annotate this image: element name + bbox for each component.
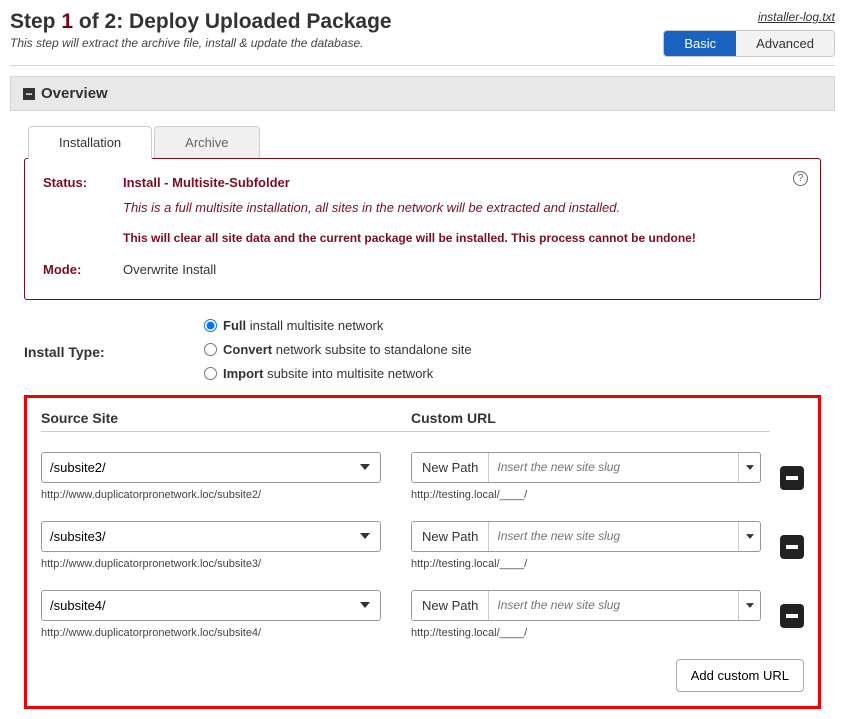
- page-title: Step 1 of 2: Deploy Uploaded Package: [10, 10, 663, 34]
- source-site-url: http://www.duplicatorpronetwork.loc/subs…: [41, 558, 411, 570]
- install-type-option[interactable]: Convert network subsite to standalone si…: [204, 342, 472, 357]
- source-site-select[interactable]: /subsite4/: [41, 590, 381, 621]
- url-mapping-panel: Source Site Custom URL /subsite2/http://…: [24, 395, 821, 709]
- step-mid: of 2:: [73, 10, 129, 33]
- custom-url-header: Custom URL: [411, 410, 770, 432]
- help-icon[interactable]: ?: [793, 171, 808, 186]
- install-type-radio[interactable]: [204, 343, 217, 356]
- installer-log-link[interactable]: installer-log.txt: [758, 10, 835, 24]
- mode-toggle: Basic Advanced: [663, 30, 835, 57]
- new-path-label: New Path: [412, 591, 489, 620]
- chevron-down-icon[interactable]: [738, 453, 760, 482]
- site-slug-input[interactable]: [489, 453, 738, 482]
- status-description: This is a full multisite installation, a…: [123, 198, 802, 219]
- tab-archive[interactable]: Archive: [154, 126, 259, 159]
- status-warning: This will clear all site data and the cu…: [123, 229, 802, 248]
- minus-icon: [786, 545, 798, 549]
- table-row: /subsite4/http://www.duplicatorpronetwor…: [41, 590, 804, 639]
- site-slug-input[interactable]: [489, 522, 738, 551]
- target-url-hint: http://testing.local/____/: [411, 558, 770, 570]
- mode-basic-button[interactable]: Basic: [664, 31, 736, 56]
- custom-url-input-group: New Path: [411, 521, 761, 552]
- remove-row-button[interactable]: [780, 535, 804, 559]
- install-type-radio[interactable]: [204, 319, 217, 332]
- install-type-radio[interactable]: [204, 367, 217, 380]
- source-site-select[interactable]: /subsite3/: [41, 521, 381, 552]
- site-slug-input[interactable]: [489, 591, 738, 620]
- step-title: Deploy Uploaded Package: [129, 10, 392, 33]
- source-site-select[interactable]: /subsite2/: [41, 452, 381, 483]
- status-value: Install - Multisite-Subfolder: [123, 173, 290, 194]
- tab-installation[interactable]: Installation: [28, 126, 152, 159]
- source-site-header: Source Site: [41, 410, 411, 432]
- new-path-label: New Path: [412, 453, 489, 482]
- table-row: /subsite2/http://www.duplicatorpronetwor…: [41, 452, 804, 501]
- step-number: 1: [61, 10, 73, 33]
- install-type-label: Install Type:: [24, 318, 204, 360]
- target-url-hint: http://testing.local/____/: [411, 627, 770, 639]
- new-path-label: New Path: [412, 522, 489, 551]
- collapse-icon: −: [23, 88, 35, 100]
- chevron-down-icon[interactable]: [738, 591, 760, 620]
- table-row: /subsite3/http://www.duplicatorpronetwor…: [41, 521, 804, 570]
- remove-row-button[interactable]: [780, 604, 804, 628]
- install-type-option[interactable]: Import subsite into multisite network: [204, 366, 472, 381]
- target-url-hint: http://testing.local/____/: [411, 489, 770, 501]
- mode-label: Mode:: [43, 260, 103, 281]
- status-label: Status:: [43, 173, 103, 194]
- source-site-url: http://www.duplicatorpronetwork.loc/subs…: [41, 489, 411, 501]
- mode-value: Overwrite Install: [123, 260, 216, 281]
- custom-url-input-group: New Path: [411, 452, 761, 483]
- mode-advanced-button[interactable]: Advanced: [736, 31, 834, 56]
- remove-row-button[interactable]: [780, 466, 804, 490]
- chevron-down-icon[interactable]: [738, 522, 760, 551]
- minus-icon: [786, 614, 798, 618]
- step-prefix: Step: [10, 10, 61, 33]
- install-type-option[interactable]: Full install multisite network: [204, 318, 472, 333]
- overview-toggle[interactable]: − Overview: [10, 76, 835, 111]
- source-site-url: http://www.duplicatorpronetwork.loc/subs…: [41, 627, 411, 639]
- add-custom-url-button[interactable]: Add custom URL: [676, 659, 804, 692]
- custom-url-input-group: New Path: [411, 590, 761, 621]
- overview-label: Overview: [41, 85, 108, 102]
- minus-icon: [786, 476, 798, 480]
- page-subtitle: This step will extract the archive file,…: [10, 36, 663, 50]
- status-panel: ? Status: Install - Multisite-Subfolder …: [24, 158, 821, 300]
